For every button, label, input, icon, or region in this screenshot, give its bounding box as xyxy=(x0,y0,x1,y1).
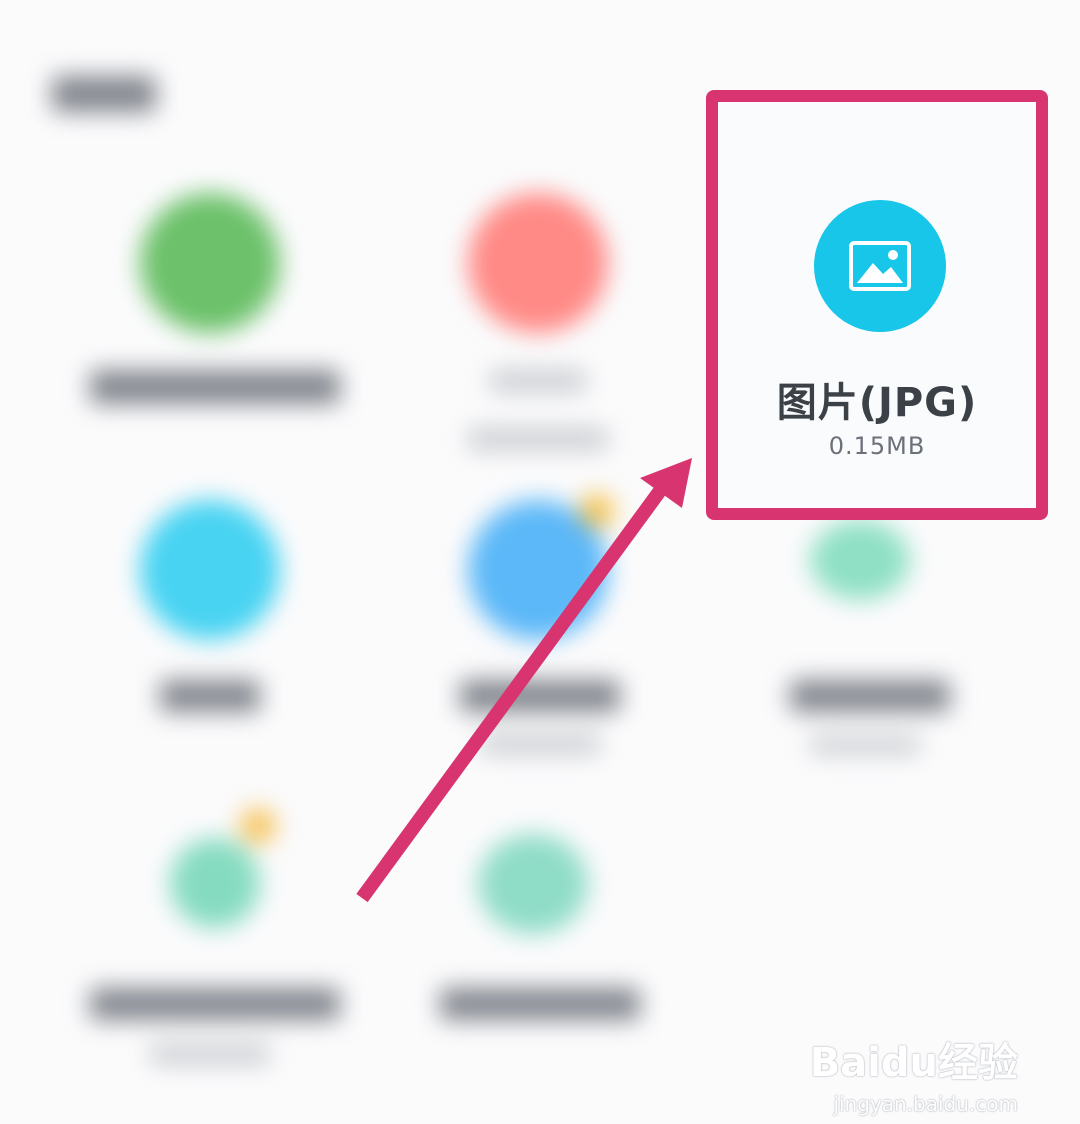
baidu-watermark: Baidu经验 jingyan.baidu.com xyxy=(810,1030,1018,1116)
watermark-url: jingyan.baidu.com xyxy=(833,1092,1018,1116)
annotation-arrow xyxy=(356,458,692,903)
watermark-logo: Baidu经验 xyxy=(809,1040,1018,1086)
